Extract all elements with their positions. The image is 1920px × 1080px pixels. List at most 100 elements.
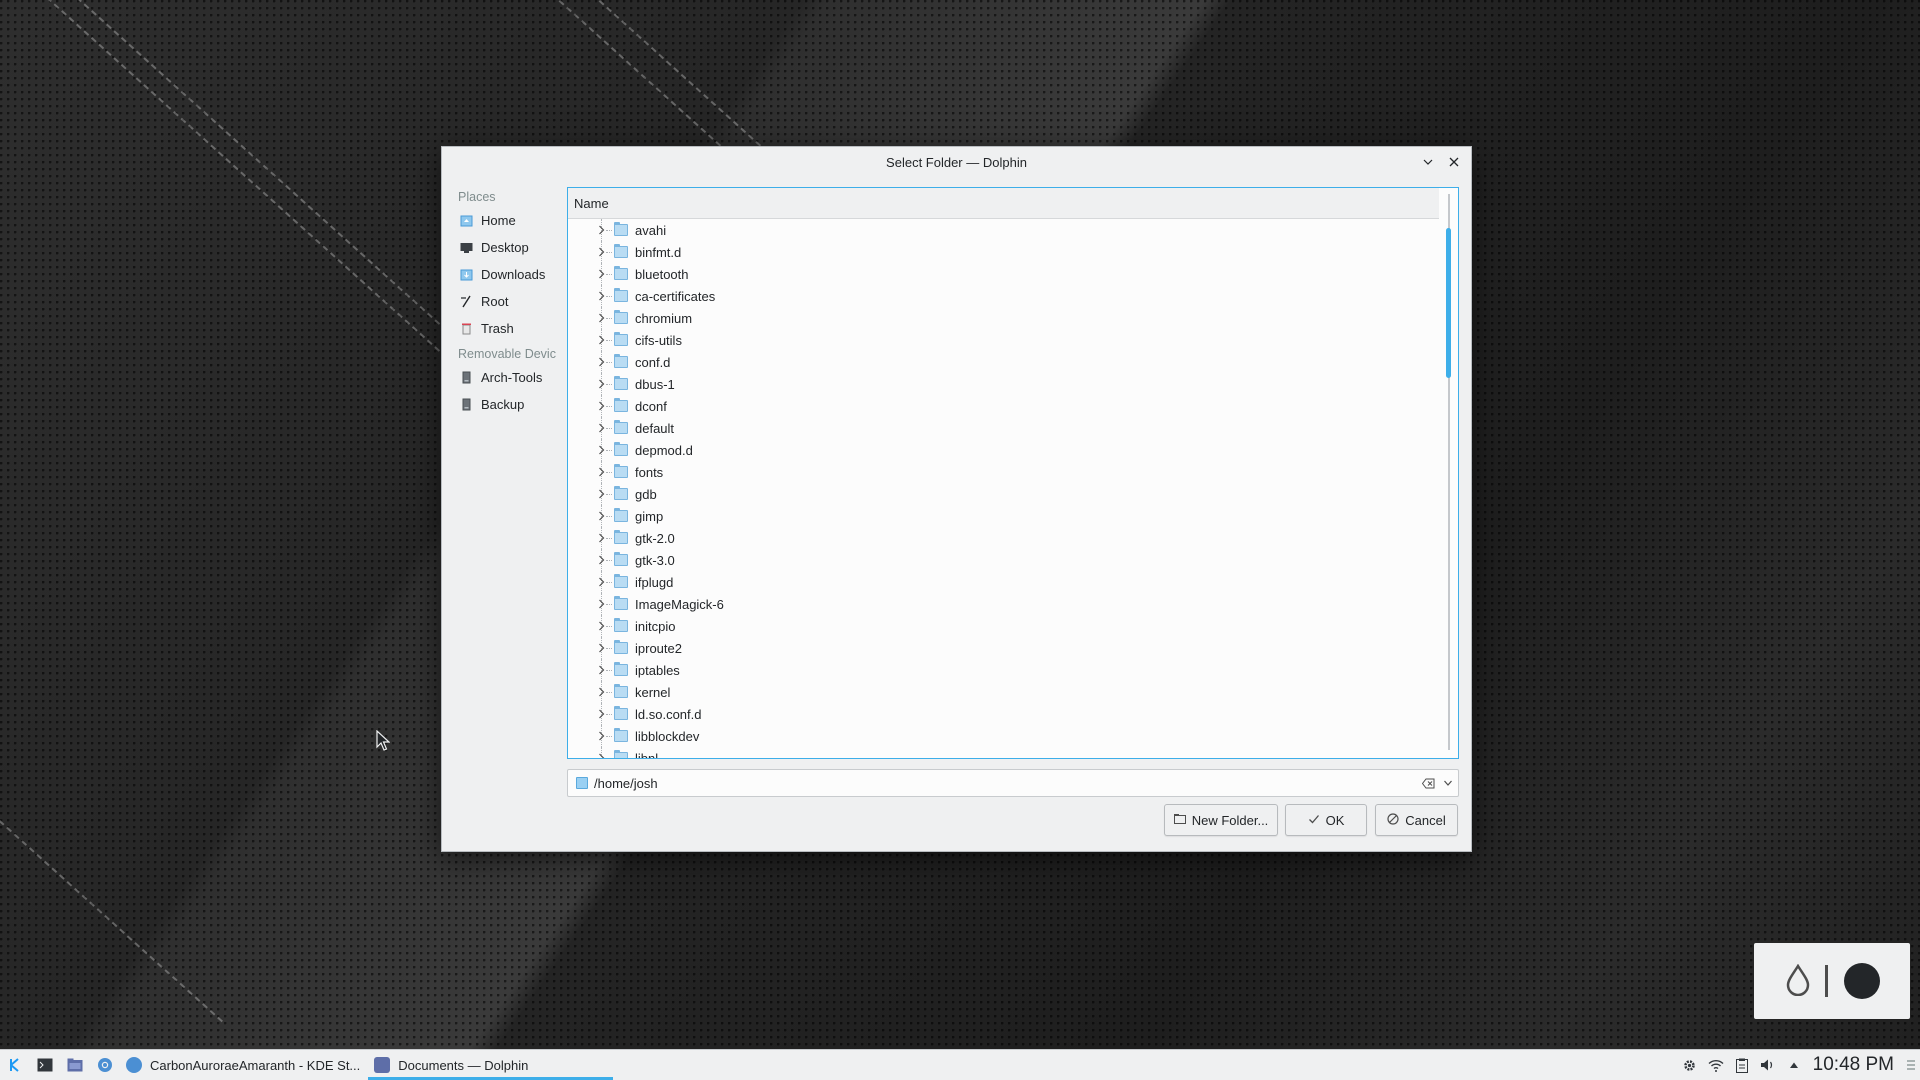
- expand-arrow-icon[interactable]: [596, 241, 606, 263]
- close-icon[interactable]: [1445, 153, 1463, 171]
- volume-icon[interactable]: [1755, 1050, 1781, 1080]
- folder-row[interactable]: bluetooth: [568, 263, 1439, 285]
- folder-row[interactable]: conf.d: [568, 351, 1439, 373]
- tree-branch-line: [606, 405, 612, 407]
- drive-icon: [460, 398, 473, 411]
- expand-arrow-icon[interactable]: [596, 593, 606, 615]
- ok-button[interactable]: OK: [1285, 804, 1367, 836]
- cancel-button[interactable]: Cancel: [1375, 804, 1458, 836]
- folder-row[interactable]: gimp: [568, 505, 1439, 527]
- folder-row[interactable]: ifplugd: [568, 571, 1439, 593]
- folder-row[interactable]: ld.so.conf.d: [568, 703, 1439, 725]
- new-folder-button[interactable]: New Folder...: [1164, 804, 1278, 836]
- path-combobox[interactable]: /home/josh: [567, 769, 1459, 797]
- folder-row[interactable]: kernel: [568, 681, 1439, 703]
- tree-branch-line: [606, 493, 612, 495]
- expand-arrow-icon[interactable]: [596, 549, 606, 571]
- new-folder-label: New Folder...: [1191, 812, 1269, 828]
- folder-row[interactable]: gtk-3.0: [568, 549, 1439, 571]
- place-desktop[interactable]: Desktop: [454, 234, 562, 261]
- taskbar-task-kde-store[interactable]: CarbonAuroraeAmaranth - KDE St...: [120, 1050, 368, 1080]
- task-label: CarbonAuroraeAmaranth - KDE St...: [150, 1057, 361, 1073]
- expand-arrow-icon[interactable]: [596, 461, 606, 483]
- expand-arrow-icon[interactable]: [596, 263, 606, 285]
- wifi-icon[interactable]: [1703, 1050, 1729, 1080]
- expand-arrow-icon[interactable]: [596, 747, 606, 758]
- vertical-scrollbar[interactable]: [1440, 188, 1458, 758]
- folder-row[interactable]: iptables: [568, 659, 1439, 681]
- folder-row[interactable]: libnl: [568, 747, 1439, 758]
- place-home[interactable]: Home: [454, 207, 562, 234]
- folder-row[interactable]: depmod.d: [568, 439, 1439, 461]
- expand-arrow-icon[interactable]: [596, 527, 606, 549]
- chevron-down-icon[interactable]: [1438, 772, 1458, 794]
- tree-branch-line: [606, 383, 612, 385]
- expand-arrow-icon[interactable]: [596, 637, 606, 659]
- application-launcher-icon[interactable]: [0, 1050, 30, 1080]
- folder-row[interactable]: dconf: [568, 395, 1439, 417]
- folder-row[interactable]: binfmt.d: [568, 241, 1439, 263]
- taskbar-task-dolphin[interactable]: Documents — Dolphin: [368, 1050, 614, 1080]
- expand-arrow-icon[interactable]: [596, 505, 606, 527]
- browser-icon[interactable]: [90, 1050, 120, 1080]
- folder-row[interactable]: dbus-1: [568, 373, 1439, 395]
- expand-arrow-icon[interactable]: [596, 703, 606, 725]
- place-downloads[interactable]: Downloads: [454, 261, 562, 288]
- place-backup[interactable]: Backup: [454, 391, 562, 418]
- column-header-name[interactable]: Name: [568, 188, 1439, 219]
- clear-text-icon[interactable]: [1418, 772, 1438, 794]
- settings-gear-icon[interactable]: [1677, 1050, 1703, 1080]
- folder-row[interactable]: fonts: [568, 461, 1439, 483]
- place-root[interactable]: Root: [454, 288, 562, 315]
- folder-icon: [614, 530, 628, 544]
- expand-arrow-icon[interactable]: [596, 615, 606, 637]
- removable-devices-header: Removable Devic: [458, 347, 556, 361]
- expand-arrow-icon[interactable]: [596, 285, 606, 307]
- minimize-chevron-icon[interactable]: [1419, 153, 1437, 171]
- path-input[interactable]: /home/josh: [594, 776, 1418, 791]
- folder-name: ifplugd: [635, 574, 674, 590]
- folder-row[interactable]: initcpio: [568, 615, 1439, 637]
- folder-row[interactable]: iproute2: [568, 637, 1439, 659]
- expand-arrow-icon[interactable]: [596, 659, 606, 681]
- file-manager-icon[interactable]: [60, 1050, 90, 1080]
- expand-arrow-icon[interactable]: [596, 373, 606, 395]
- folder-row[interactable]: gdb: [568, 483, 1439, 505]
- folder-row[interactable]: ImageMagick-6: [568, 593, 1439, 615]
- tray-expand-arrow-icon[interactable]: [1781, 1050, 1807, 1080]
- place-trash[interactable]: Trash: [454, 315, 562, 342]
- folder-row[interactable]: default: [568, 417, 1439, 439]
- folder-row[interactable]: gtk-2.0: [568, 527, 1439, 549]
- expand-arrow-icon[interactable]: [596, 483, 606, 505]
- folder-tree-rows: avahi binfmt.d bluetooth ca-certificates chr…: [568, 219, 1439, 758]
- panel-options-icon[interactable]: [1902, 1050, 1920, 1080]
- expand-arrow-icon[interactable]: [596, 417, 606, 439]
- clipboard-icon[interactable]: [1729, 1050, 1755, 1080]
- expand-arrow-icon[interactable]: [596, 725, 606, 747]
- place-arch-tools[interactable]: Arch-Tools: [454, 364, 562, 391]
- expand-arrow-icon[interactable]: [596, 439, 606, 461]
- folder-icon: [614, 244, 628, 258]
- folder-icon: [614, 442, 628, 456]
- expand-arrow-icon[interactable]: [596, 219, 606, 241]
- expand-arrow-icon[interactable]: [596, 395, 606, 417]
- folder-row[interactable]: ca-certificates: [568, 285, 1439, 307]
- folder-row[interactable]: chromium: [568, 307, 1439, 329]
- folder-row[interactable]: libblockdev: [568, 725, 1439, 747]
- plasma-widget[interactable]: [1754, 943, 1910, 1019]
- expand-arrow-icon[interactable]: [596, 307, 606, 329]
- expand-arrow-icon[interactable]: [596, 329, 606, 351]
- folder-tree-view[interactable]: Name avahi binfmt.d bluetooth ca-certificat…: [567, 187, 1459, 759]
- expand-arrow-icon[interactable]: [596, 571, 606, 593]
- scrollbar-thumb[interactable]: [1446, 228, 1451, 378]
- places-header: Places: [458, 190, 496, 204]
- expand-arrow-icon[interactable]: [596, 681, 606, 703]
- folder-row[interactable]: cifs-utils: [568, 329, 1439, 351]
- folder-name: binfmt.d: [635, 244, 682, 260]
- terminal-icon[interactable]: [30, 1050, 60, 1080]
- folder-row[interactable]: avahi: [568, 219, 1439, 241]
- dialog-titlebar[interactable]: Select Folder — Dolphin: [442, 147, 1471, 177]
- digital-clock[interactable]: 10:48 PM: [1807, 1054, 1902, 1076]
- expand-arrow-icon[interactable]: [596, 351, 606, 373]
- taskbar-panel: CarbonAuroraeAmaranth - KDE St... Docume…: [0, 1049, 1920, 1080]
